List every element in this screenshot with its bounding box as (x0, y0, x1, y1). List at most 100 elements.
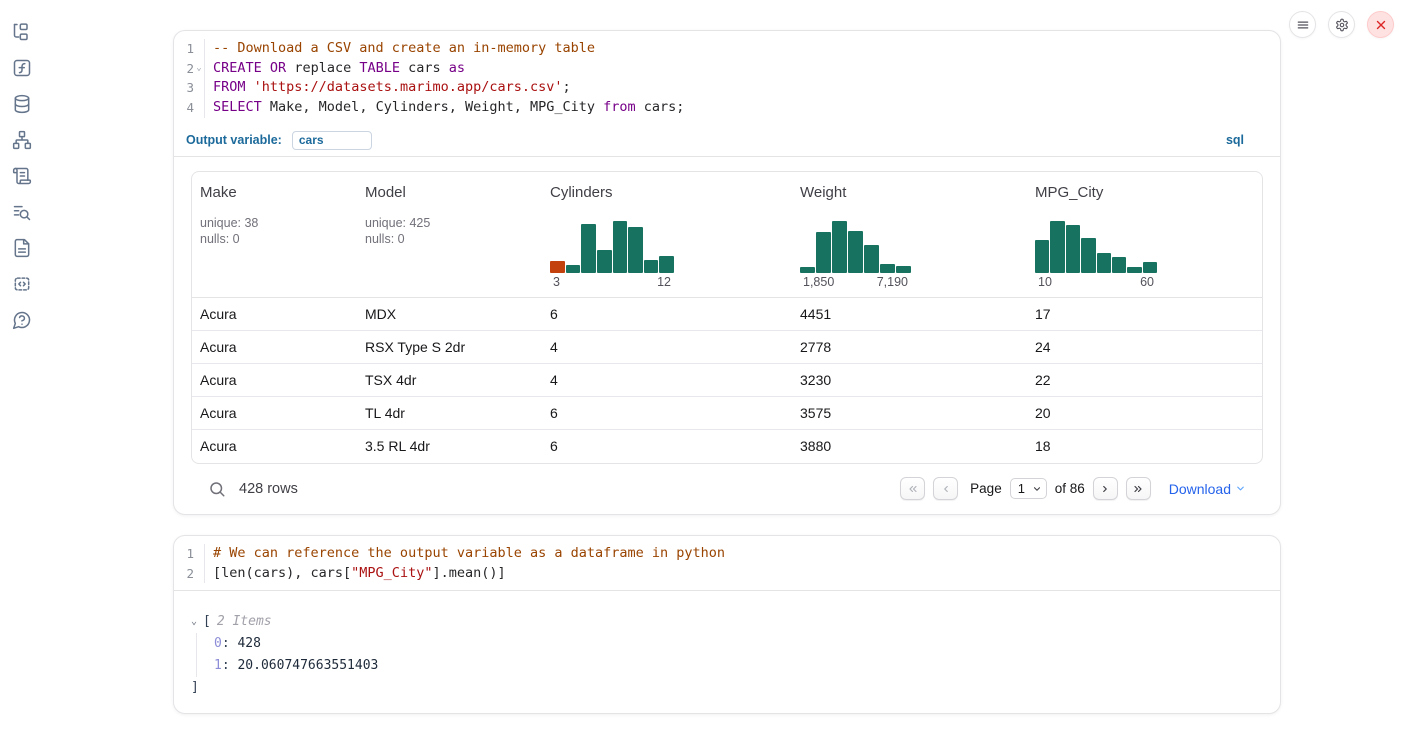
chevron-right-icon (1099, 483, 1111, 495)
item-count: 2 Items (217, 611, 272, 633)
histogram-bar (566, 265, 581, 273)
documentation-icon[interactable] (12, 238, 32, 258)
file-explorer-icon[interactable] (12, 22, 32, 42)
histogram-bar (1112, 257, 1126, 273)
table-cell: 3880 (792, 438, 1027, 454)
notebook: 1-- Download a CSV and create an in-memo… (173, 30, 1281, 714)
line-number: 2 (186, 564, 194, 584)
histogram-bar (832, 221, 847, 273)
histogram-bar (628, 227, 643, 273)
settings-button[interactable] (1328, 11, 1355, 38)
download-button[interactable]: Download (1169, 481, 1246, 497)
first-page-button[interactable] (900, 477, 925, 500)
histogram-bar (1050, 221, 1064, 273)
collapse-chevron-icon[interactable]: ⌄ (191, 611, 203, 633)
chevron-down-icon (1235, 483, 1246, 494)
pagination: Page 1 of 86 (900, 477, 1151, 500)
code-line: 2⌄CREATE OR replace TABLE cars as (174, 59, 1280, 79)
scratchpad-icon[interactable] (12, 166, 32, 186)
tree-items: 0: 4281: 20.060747663551403 (196, 633, 1263, 677)
histogram-bar (1097, 253, 1111, 273)
dependency-graph-icon[interactable] (12, 130, 32, 150)
code-line: 1# We can reference the output variable … (174, 544, 1280, 564)
line-number: 4 (186, 98, 194, 118)
column-label: MPG_City (1035, 184, 1262, 202)
code-line: 4SELECT Make, Model, Cylinders, Weight, … (174, 98, 1280, 118)
shutdown-button[interactable] (1367, 11, 1394, 38)
gear-icon (1335, 18, 1349, 32)
column-header-cylinders[interactable]: Cylinders 312 (542, 184, 792, 297)
tree-item: 1: 20.060747663551403 (214, 655, 1263, 677)
help-icon[interactable] (12, 310, 32, 330)
histogram-bar (659, 256, 674, 273)
histogram-bar (1066, 225, 1080, 273)
axis-max-label: 7,190 (877, 275, 908, 289)
column-stats: unique: 425 nulls: 0 (365, 215, 542, 248)
bracket-open: [ (203, 611, 211, 633)
column-header-mpg-city[interactable]: MPG_City 1060 (1027, 184, 1262, 297)
page-label: Page (970, 481, 1002, 496)
table-cell: 4451 (792, 306, 1027, 322)
notebook-menu-button[interactable] (1289, 11, 1316, 38)
download-label: Download (1169, 481, 1231, 497)
top-controls (1289, 11, 1394, 38)
previous-page-button[interactable] (933, 477, 958, 500)
output-variable-row: Output variable: sql (174, 125, 1280, 157)
sql-code-editor[interactable]: 1-- Download a CSV and create an in-memo… (174, 31, 1280, 125)
table-body: AcuraMDX6445117AcuraRSX Type S 2dr427782… (192, 298, 1262, 463)
page-select[interactable]: 1 (1010, 478, 1047, 499)
column-label: Cylinders (550, 184, 792, 202)
table-cell: Acura (192, 438, 357, 454)
histogram-bar (597, 250, 612, 273)
axis-min-label: 10 (1038, 275, 1052, 289)
data-table: Make unique: 38 nulls: 0 Model unique: 4… (191, 171, 1263, 464)
close-icon (1374, 18, 1388, 32)
code-line: 3FROM 'https://datasets.marimo.app/cars.… (174, 78, 1280, 98)
histogram-bar (550, 261, 565, 273)
datasources-icon[interactable] (12, 94, 32, 114)
logs-search-icon[interactable] (12, 202, 32, 222)
line-number: 1 (186, 39, 194, 59)
table-cell: 22 (1027, 372, 1262, 388)
hamburger-menu-icon (1296, 18, 1310, 32)
table-cell: 20 (1027, 405, 1262, 421)
search-icon[interactable] (208, 480, 226, 498)
snippets-icon[interactable] (12, 274, 32, 294)
tree-item: 0: 428 (214, 633, 1263, 655)
python-code-editor[interactable]: 1# We can reference the output variable … (174, 536, 1280, 591)
page-total: of 86 (1055, 481, 1085, 496)
histogram-bar (1035, 240, 1049, 273)
line-number: 3 (186, 78, 194, 98)
table-footer: 428 rows Page 1 of 86 (191, 464, 1263, 514)
table-cell: 3230 (792, 372, 1027, 388)
table-cell: 4 (542, 339, 792, 355)
output-variable-input[interactable] (292, 131, 372, 150)
histogram-bar (848, 231, 863, 273)
table-cell: 6 (542, 405, 792, 421)
table-cell: 3575 (792, 405, 1027, 421)
language-badge[interactable]: sql (1226, 133, 1244, 147)
table-row: AcuraTSX 4dr4323022 (192, 364, 1262, 397)
table-cell: TL 4dr (357, 405, 542, 421)
next-page-button[interactable] (1093, 477, 1118, 500)
table-cell: Acura (192, 405, 357, 421)
python-cell: 1# We can reference the output variable … (173, 535, 1281, 714)
chevron-down-icon (1032, 484, 1042, 494)
last-page-button[interactable] (1126, 477, 1151, 500)
column-header-weight[interactable]: Weight 1,8507,190 (792, 184, 1027, 297)
table-cell: Acura (192, 339, 357, 355)
column-header-make[interactable]: Make unique: 38 nulls: 0 (192, 184, 357, 297)
table-cell: 3.5 RL 4dr (357, 438, 542, 454)
column-label: Make (200, 184, 357, 202)
table-output-area: Make unique: 38 nulls: 0 Model unique: 4… (174, 157, 1280, 514)
output-variable-label: Output variable: (186, 133, 282, 147)
weight-histogram: 1,8507,190 (800, 221, 911, 289)
column-header-model[interactable]: Model unique: 425 nulls: 0 (357, 184, 542, 297)
sql-cell: 1-- Download a CSV and create an in-memo… (173, 30, 1281, 515)
fold-chevron-icon[interactable]: ⌄ (194, 59, 204, 79)
table-cell: Acura (192, 306, 357, 322)
histogram-bar (800, 267, 815, 273)
table-cell: 6 (542, 438, 792, 454)
variables-icon[interactable] (12, 58, 32, 78)
histogram-bar (581, 224, 596, 273)
